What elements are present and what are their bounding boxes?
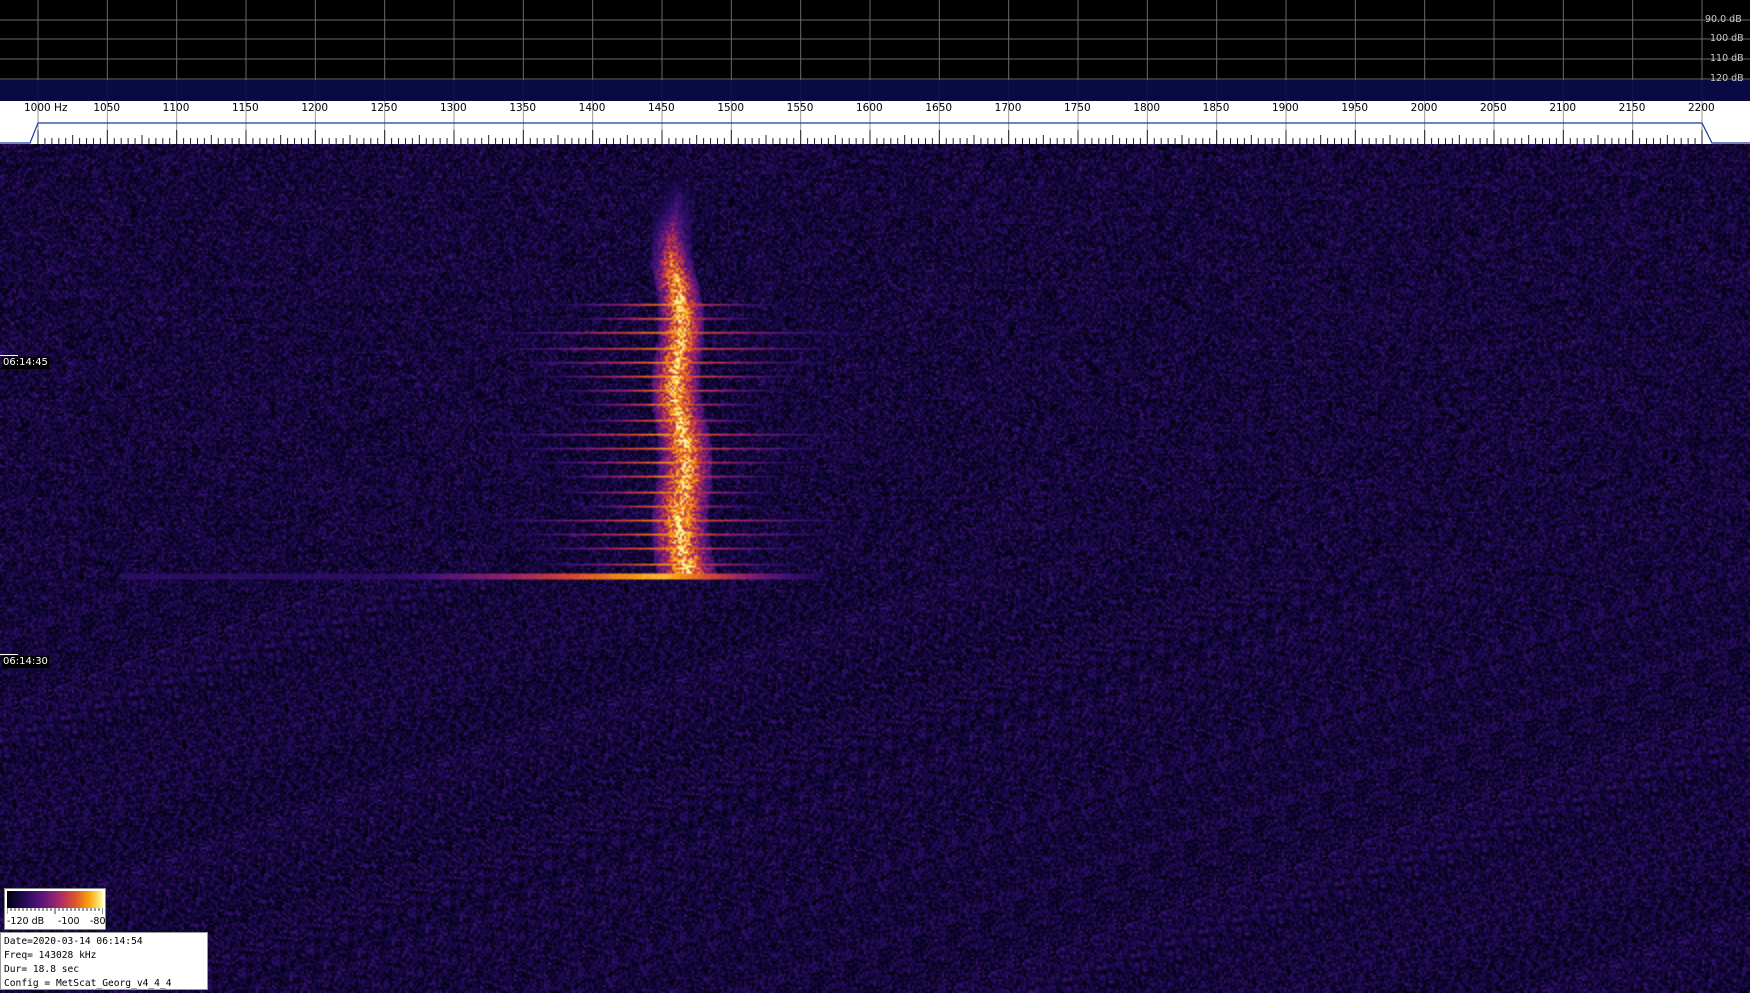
freq-label-1900: 1900	[1272, 102, 1299, 114]
freq-label-1950: 1950	[1341, 102, 1368, 114]
color-scale-legend: -120 dB -100 -80	[4, 888, 106, 930]
freq-label-2150: 2150	[1619, 102, 1646, 114]
freq-label-1600: 1600	[856, 102, 883, 114]
freq-label-1050: 1050	[93, 102, 120, 114]
color-scale-labels: -120 dB -100 -80	[7, 916, 106, 928]
freq-label-1450: 1450	[648, 102, 675, 114]
color-scale-label-mid: -100	[58, 916, 80, 927]
freq-label-1250: 1250	[371, 102, 398, 114]
freq-label-1700: 1700	[995, 102, 1022, 114]
freq-label-1800: 1800	[1133, 102, 1160, 114]
freq-label-2000: 2000	[1411, 102, 1438, 114]
frequency-ruler[interactable]: 1000 Hz 1050 1100 1150 1200 1250 1300 1350 1400 1…	[0, 101, 1750, 144]
freq-label-2100: 2100	[1549, 102, 1576, 114]
freq-label-1350: 1350	[509, 102, 536, 114]
time-mark-061430: 06:14:30	[0, 654, 49, 668]
spectrum-graph	[0, 0, 1750, 101]
info-date: Date=2020-03-14 06:14:54	[4, 936, 143, 947]
spectrum-panel: 90.0 dB 100 dB 110 dB 120 dB	[0, 0, 1750, 101]
freq-label-1200: 1200	[301, 102, 328, 114]
waterfall-canvas	[0, 144, 1750, 993]
freq-label-2050: 2050	[1480, 102, 1507, 114]
db-label-110: 110 dB	[1710, 53, 1744, 64]
info-box: Date=2020-03-14 06:14:54 Freq= 143028 kH…	[0, 932, 208, 990]
freq-label-1400: 1400	[579, 102, 606, 114]
freq-label-1850: 1850	[1203, 102, 1230, 114]
freq-label-1750: 1750	[1064, 102, 1091, 114]
color-scale-gradient	[7, 891, 103, 908]
freq-label-1150: 1150	[232, 102, 259, 114]
info-duration: Dur= 18.8 sec	[4, 964, 80, 975]
time-mark-061445: 06:14:45	[0, 355, 49, 369]
spectrum-noise-band	[0, 80, 1750, 101]
freq-label-1000: 1000 Hz	[24, 102, 68, 114]
waterfall-display[interactable]: 06:14:45 06:14:30	[0, 144, 1750, 993]
color-scale-ticks	[7, 908, 103, 914]
freq-label-1300: 1300	[440, 102, 467, 114]
freq-label-1500: 1500	[717, 102, 744, 114]
color-scale-label-max: -80	[90, 916, 106, 927]
freq-label-1550: 1550	[787, 102, 814, 114]
freq-label-1650: 1650	[925, 102, 952, 114]
db-label-100: 100 dB	[1710, 33, 1744, 44]
frequency-scale: 1000 Hz 1050 1100 1150 1200 1250 1300 1350 1400 1…	[0, 101, 1750, 144]
freq-label-1100: 1100	[163, 102, 190, 114]
db-label-90: 90.0 dB	[1705, 14, 1742, 25]
color-scale-label-min: -120 dB	[7, 916, 45, 927]
info-config: Config = MetScat_Georg_v4_4_4	[4, 978, 172, 989]
freq-label-2200: 2200	[1688, 102, 1715, 114]
db-label-120: 120 dB	[1710, 73, 1744, 84]
info-freq: Freq= 143028 kHz	[4, 950, 97, 961]
